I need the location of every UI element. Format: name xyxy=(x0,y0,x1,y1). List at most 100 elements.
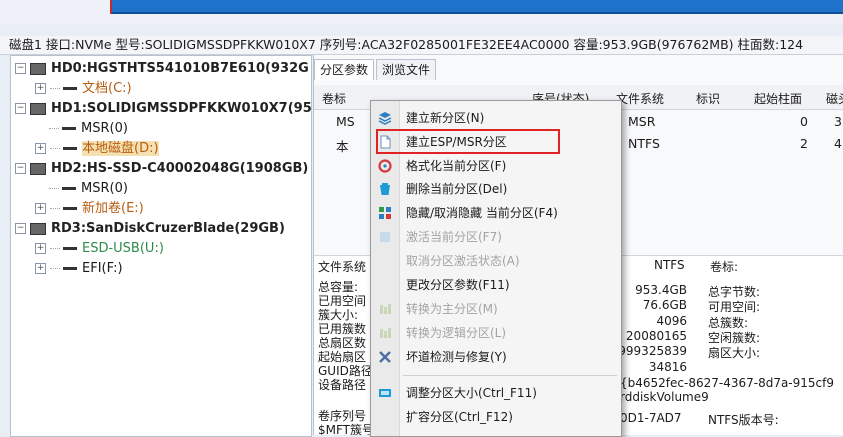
expand-icon[interactable]: + xyxy=(35,143,46,154)
tree-partition-label: 本地磁盘(D:) xyxy=(82,141,159,156)
menu-item-change-params[interactable]: 更改分区参数(F11) xyxy=(371,274,621,296)
row-head: 4 xyxy=(834,136,842,151)
format-icon xyxy=(378,159,392,173)
menu-item-new-partition[interactable]: 建立新分区(N) xyxy=(371,107,621,129)
col-header-id[interactable]: 标识 xyxy=(696,90,720,107)
prop-value: 20080165 xyxy=(625,329,687,343)
tab-browse-files[interactable]: 浏览文件 xyxy=(376,59,437,80)
tree-disk-hd2[interactable]: − HD2:HS-SSD-C40002048G(1908GB) xyxy=(15,158,308,180)
prop-value: 34816 xyxy=(648,360,687,374)
tree-disk-label: HD2:HS-SSD-C40002048G(1908GB) xyxy=(51,161,309,176)
prop-fs-value: NTFS xyxy=(654,258,685,272)
menu-item-format[interactable]: 格式化当前分区(F) xyxy=(371,155,621,177)
tree-partition-label: ESD-USB(U:) xyxy=(82,241,164,256)
prop-value: 999325839 xyxy=(618,344,687,358)
menu-item-label: 建立ESP/MSR分区 xyxy=(406,135,507,149)
menu-item-activate[interactable]: 激活当前分区(F7) xyxy=(371,226,621,248)
menu-item-hide-unhide[interactable]: 隐藏/取消隐藏 当前分区(F4) xyxy=(371,202,621,224)
menu-item-label: 激活当前分区(F7) xyxy=(406,230,502,244)
row-start-cyl: 0 xyxy=(800,114,808,129)
menu-item-resize[interactable]: 调整分区大小(Ctrl_F11) xyxy=(371,382,621,404)
menu-item-label: 扩容分区(Ctrl_F12) xyxy=(406,410,513,424)
disk-icon xyxy=(30,162,46,175)
row-head: 3 xyxy=(834,114,842,129)
expand-icon[interactable]: + xyxy=(35,243,46,254)
col-header-start-cyl[interactable]: 起始柱面 xyxy=(754,90,802,107)
tree-disk-label: HD1:SOLIDIGMSSDPFKKW010X7(95 xyxy=(51,101,312,116)
tree-partition[interactable]: + 新加卷(E:) xyxy=(35,198,144,220)
menu-item-label: 建立新分区(N) xyxy=(406,111,485,125)
col-header-label[interactable]: 卷标 xyxy=(322,90,346,107)
menu-item-label: 删除当前分区(Del) xyxy=(406,182,508,196)
row-start-cyl: 2 xyxy=(800,136,808,151)
disk-info-text: 磁盘1 接口:NVMe 型号:SOLIDIGMSSDPFKKW010X7 序列号… xyxy=(9,37,804,52)
menu-item-convert-logical[interactable]: 转换为逻辑分区(L) xyxy=(371,322,621,344)
tree-disk-hd1[interactable]: − HD1:SOLIDIGMSSDPFKKW010X7(95 xyxy=(15,98,312,120)
document-icon xyxy=(380,135,391,149)
tree-partition[interactable]: + ESD-USB(U:) xyxy=(35,238,164,260)
row-fs: NTFS xyxy=(628,136,660,151)
prop-device-value: rddiskVolume9 xyxy=(620,390,709,404)
prop-fs-label: 文件系统 xyxy=(318,260,367,274)
window-top-area xyxy=(0,0,843,24)
disk-icon xyxy=(30,102,46,115)
prop-guid-value: {b4652fec-8627-4367-8d7a-915cf9 xyxy=(620,376,834,390)
partition-icon xyxy=(63,267,77,270)
tree-partition[interactable]: + EFI(F:) xyxy=(35,258,123,280)
menu-item-delete[interactable]: 删除当前分区(Del) xyxy=(371,178,621,200)
menu-item-convert-primary[interactable]: 转换为主分区(M) xyxy=(371,298,621,320)
collapse-icon[interactable]: − xyxy=(15,103,26,114)
tree-disk-rd3[interactable]: − RD3:SanDiskCruzerBlade(29GB) xyxy=(15,218,285,240)
tab-partition-params[interactable]: 分区参数 xyxy=(314,59,375,80)
row-fs: MSR xyxy=(628,114,656,129)
context-menu: 建立新分区(N) 建立ESP/MSR分区 格式化当前分区(F) 删除当前分区(D… xyxy=(370,100,622,437)
disk-icon xyxy=(30,222,46,235)
col-header-head[interactable]: 磁头 xyxy=(826,90,843,107)
tree-partition[interactable]: MSR(0) xyxy=(49,118,128,140)
trash-icon xyxy=(380,183,390,195)
collapse-icon[interactable]: − xyxy=(15,223,26,234)
collapse-icon[interactable]: − xyxy=(15,163,26,174)
partition-icon xyxy=(63,207,77,210)
partition-icon xyxy=(63,87,77,90)
expand-icon[interactable]: + xyxy=(35,263,46,274)
tree-partition[interactable]: MSR(0) xyxy=(49,178,128,200)
tree-partition-label: MSR(0) xyxy=(81,121,128,136)
prop-serial-value: 0D1-7AD7 xyxy=(620,411,682,425)
partition-icon xyxy=(62,127,76,130)
disk-info-bar: 磁盘1 接口:NVMe 型号:SOLIDIGMSSDPFKKW010X7 序列号… xyxy=(0,36,843,55)
repair-icon xyxy=(379,351,391,363)
prop-ntfs-version-label: NTFS版本号: xyxy=(708,413,779,427)
tree-disk-hd0[interactable]: − HD0:HGSTHTS541010B7E610(932G xyxy=(15,58,309,80)
menu-item-label: 更改分区参数(F11) xyxy=(406,278,510,292)
tab-bar: 分区参数 浏览文件 xyxy=(314,59,438,81)
menu-item-deactivate[interactable]: 取消分区激活状态(A) xyxy=(371,250,621,272)
menu-item-label: 调整分区大小(Ctrl_F11) xyxy=(406,386,537,400)
menu-item-bad-sector-repair[interactable]: 坏道检测与修复(Y) xyxy=(371,346,621,368)
partition-icon xyxy=(62,187,76,190)
menu-item-label: 取消分区激活状态(A) xyxy=(406,254,520,268)
tree-partition[interactable]: + 本地磁盘(D:) xyxy=(35,138,159,160)
tree-partition[interactable]: + 文档(C:) xyxy=(35,78,132,100)
tree-partition-label: 文档(C:) xyxy=(82,81,132,96)
expand-icon[interactable]: + xyxy=(35,203,46,214)
expand-icon[interactable]: + xyxy=(35,83,46,94)
tree-disk-label: HD0:HGSTHTS541010B7E610(932G xyxy=(51,61,309,76)
menu-item-label: 坏道检测与修复(Y) xyxy=(406,350,507,364)
window-titlebar xyxy=(110,0,843,14)
prop-label: 设备路径 xyxy=(318,378,367,392)
resize-icon xyxy=(379,389,391,397)
col-header-fs[interactable]: 文件系统 xyxy=(616,90,664,107)
menu-item-create-esp-msr[interactable]: 建立ESP/MSR分区 xyxy=(371,131,621,153)
collapse-icon[interactable]: − xyxy=(15,63,26,74)
partition-icon xyxy=(63,147,77,150)
prop-mft-label: $MFT簇号 xyxy=(318,423,375,435)
tree-partition-label: 新加卷(E:) xyxy=(82,201,144,216)
prop-right-label: 可用空间: xyxy=(708,300,761,314)
disk-tree-panel[interactable]: − HD0:HGSTHTS541010B7E610(932G + 文档(C:) − H… xyxy=(10,55,312,437)
layers-icon xyxy=(378,112,392,125)
prop-right-label: 扇区大小: xyxy=(708,346,761,360)
menu-item-expand-partition[interactable]: 扩容分区(Ctrl_F12) xyxy=(371,406,621,428)
prop-value: 76.6GB xyxy=(642,298,687,312)
menu-separator xyxy=(403,375,617,376)
